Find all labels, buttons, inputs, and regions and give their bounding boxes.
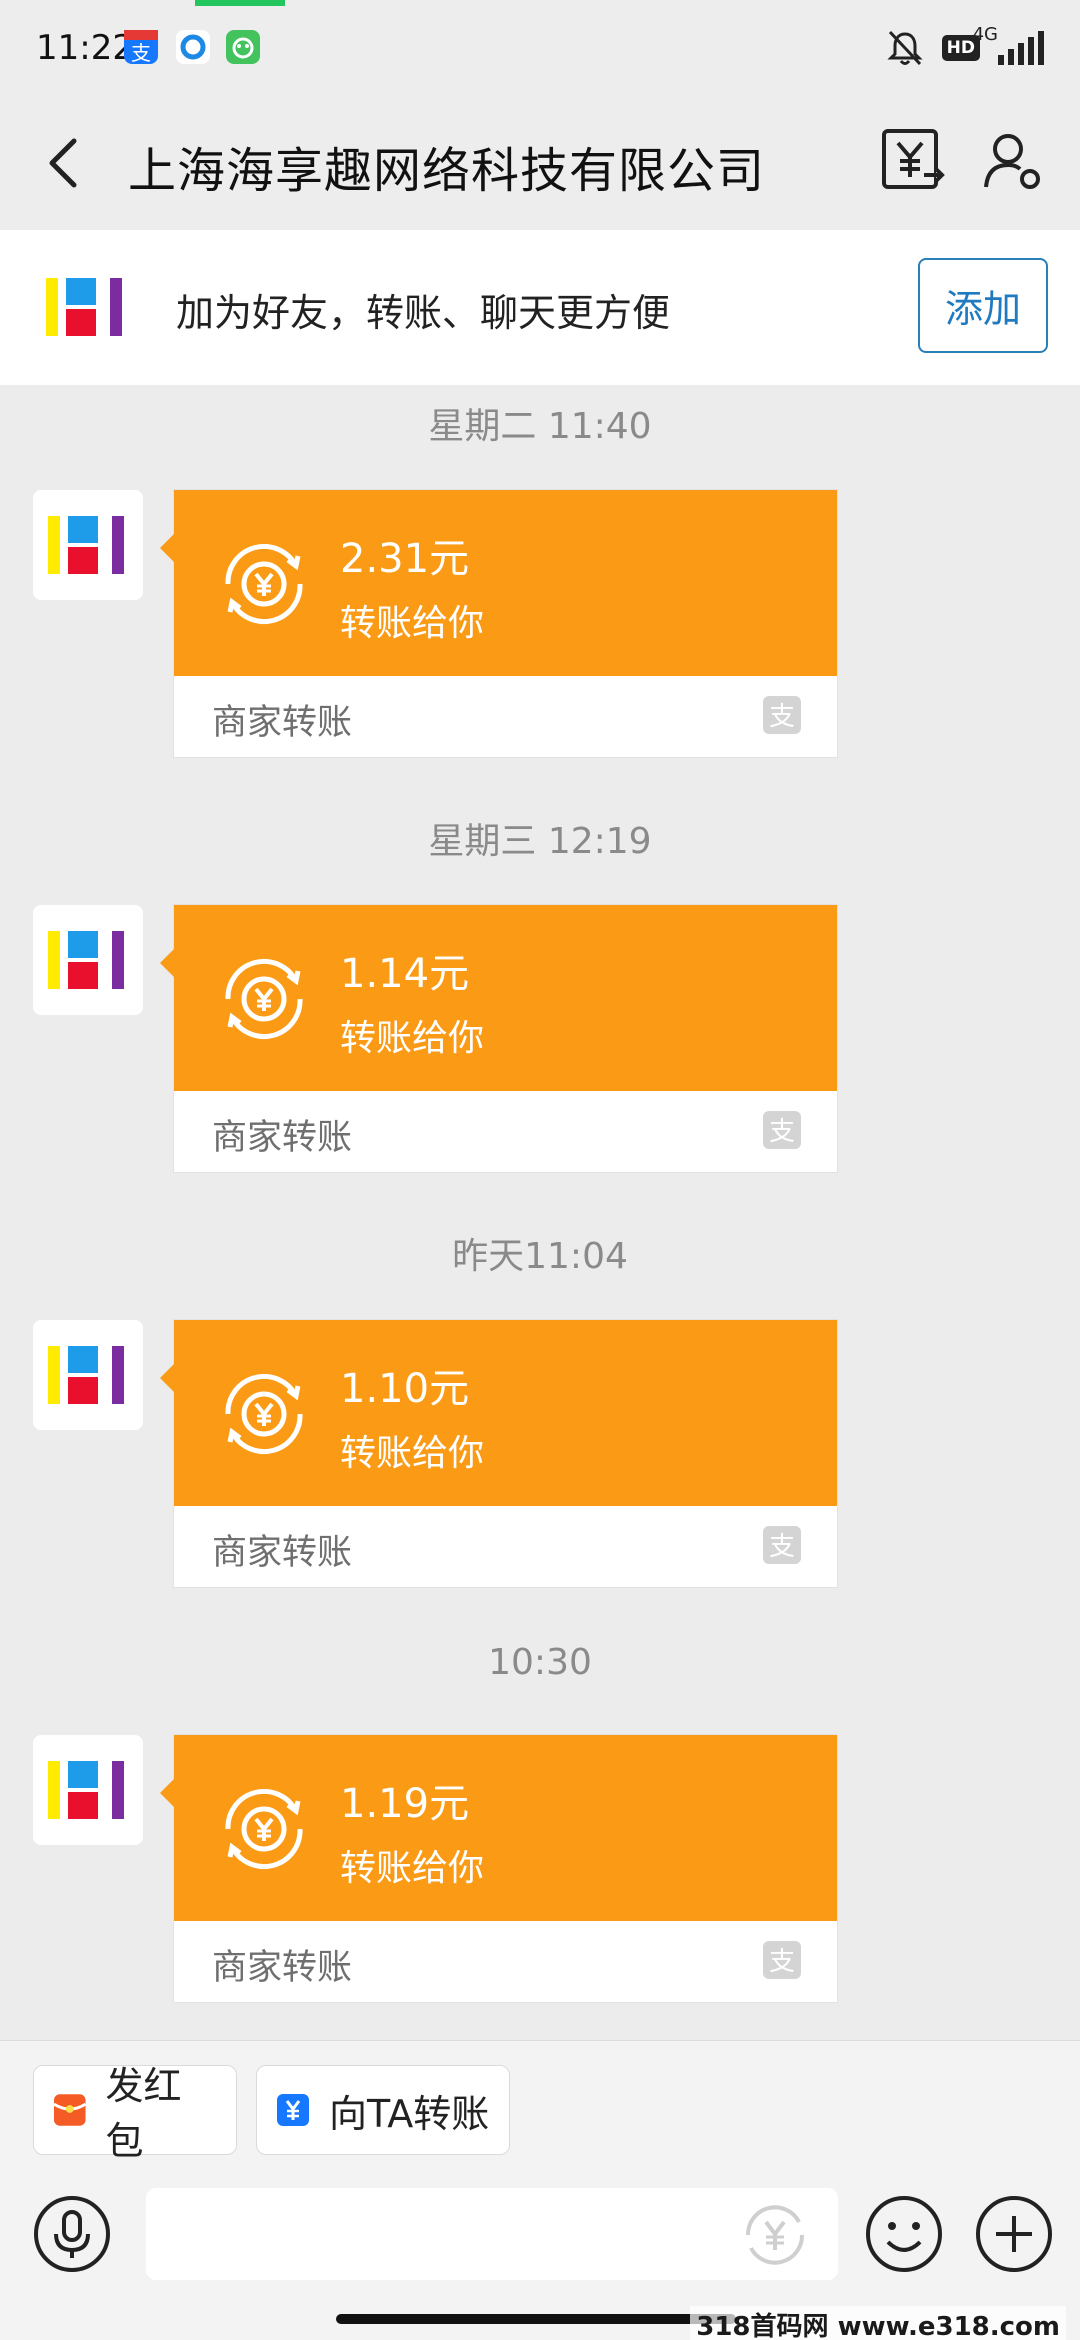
message-time: 星期三 12:19: [428, 821, 652, 862]
alipay-icon: 支: [763, 1526, 801, 1564]
transfer-to-label: 向TA转账: [329, 2091, 490, 2136]
voice-button[interactable]: [32, 2194, 112, 2274]
chat-area[interactable]: 星期二 11:40 2.31元 转账给你 商家转账 支 星期三 12:19 1.…: [0, 385, 1080, 2040]
transfer-to-button[interactable]: 向TA转账: [256, 2065, 510, 2155]
title-bar: 上海海享趣网络科技有限公司: [0, 95, 1080, 230]
red-packet-button[interactable]: 发红包: [33, 2064, 237, 2163]
transfer-label: 转账给你: [340, 1433, 485, 1474]
avatar[interactable]: [33, 490, 143, 600]
company-logo: [48, 516, 124, 574]
company-logo: [46, 272, 126, 342]
message-time: 昨天11:04: [452, 1236, 628, 1277]
banner-text: 加为好友，转账、聊天更方便: [176, 291, 671, 335]
transfer-card[interactable]: 2.31元 转账给你 商家转账 支: [160, 490, 837, 757]
company-logo: [48, 1761, 124, 1819]
alipay-icon: 支: [763, 696, 801, 734]
message-time: 星期二 11:40: [428, 406, 652, 447]
yuan-transfer-icon: [225, 1373, 303, 1455]
user-settings-icon: [984, 134, 1040, 189]
profile-button[interactable]: [980, 125, 1046, 195]
more-button[interactable]: [974, 2194, 1054, 2274]
alipay-icon: 支: [763, 1111, 801, 1149]
company-logo: [48, 931, 124, 989]
browser-notification-icon: [176, 30, 210, 64]
status-time: 11:22: [36, 28, 134, 68]
transfer-card[interactable]: 1.19元 转账给你 商家转账 支: [160, 1735, 837, 2002]
svg-text:支: 支: [769, 1947, 795, 1977]
emoji-icon: [866, 2196, 942, 2272]
chevron-left-icon: [49, 138, 77, 188]
app-notification-icon: [226, 30, 260, 64]
message-block: 星期三 12:19 1.14元 转账给你 商家转账 支: [0, 800, 1080, 1215]
merchant-label: 商家转账: [212, 1948, 353, 1988]
transfer-amount: 2.31元: [340, 536, 470, 582]
transfer-card-header: 1.19元 转账给你: [160, 1735, 837, 1921]
status-progress: [195, 0, 285, 6]
transfer-amount: 1.14元: [340, 951, 470, 997]
transfer-yuan-icon: [277, 2094, 309, 2126]
avatar[interactable]: [33, 1735, 143, 1845]
transfer-card-footer: 商家转账 支: [174, 676, 837, 757]
message-block: 昨天11:04 1.10元 转账给你 商家转账 支: [0, 1215, 1080, 1630]
home-indicator: [336, 2314, 736, 2324]
transfer-card[interactable]: 1.14元 转账给你 商家转账 支: [160, 905, 837, 1172]
microphone-icon: [34, 2196, 110, 2272]
transfer-card[interactable]: 1.10元 转账给你 商家转账 支: [160, 1320, 837, 1587]
message-input[interactable]: [146, 2188, 838, 2280]
transfer-card-header: 1.14元 转账给你: [160, 905, 837, 1091]
transfer-amount: 1.10元: [340, 1366, 470, 1412]
add-friend-button[interactable]: 添加: [918, 258, 1048, 353]
merchant-label: 商家转账: [212, 1118, 353, 1158]
yuan-bill-icon: [882, 129, 945, 189]
mute-bell-icon: [887, 30, 923, 66]
transfer-shortcut-icon[interactable]: [740, 2200, 810, 2270]
avatar[interactable]: [33, 905, 143, 1015]
plus-icon: [976, 2196, 1052, 2272]
signal-icon: [998, 31, 1044, 65]
message-block: 10:30 1.19元 转账给你 商家转账 支: [0, 1630, 1080, 2045]
red-packet-label: 发红包: [105, 2064, 182, 2163]
add-friend-banner: 加为好友，转账、聊天更方便 添加: [0, 230, 1080, 385]
avatar[interactable]: [33, 1320, 143, 1430]
alipay-notification-icon: 支: [124, 30, 158, 65]
network-type: 4G: [972, 24, 998, 45]
merchant-label: 商家转账: [212, 703, 353, 743]
emoji-button[interactable]: [864, 2194, 944, 2274]
transfer-card-footer: 商家转账 支: [174, 1921, 837, 2002]
company-logo: [48, 1346, 124, 1404]
transfer-label: 转账给你: [340, 1848, 485, 1889]
message-time: 10:30: [488, 1642, 592, 1683]
yuan-transfer-icon: [225, 958, 303, 1040]
watermark: 318首码网 www.e318.com: [690, 2306, 1066, 2340]
bill-button[interactable]: [880, 125, 946, 195]
quick-action-bar: 发红包 向TA转账: [0, 2040, 1080, 2180]
merchant-label: 商家转账: [212, 1533, 353, 1573]
transfer-amount: 1.19元: [340, 1781, 470, 1827]
back-button[interactable]: [40, 133, 90, 193]
transfer-card-footer: 商家转账 支: [174, 1091, 837, 1172]
transfer-card-footer: 商家转账 支: [174, 1506, 837, 1587]
transfer-label: 转账给你: [340, 1018, 485, 1059]
transfer-card-header: 2.31元 转账给你: [160, 490, 837, 676]
svg-text:支: 支: [769, 1532, 795, 1562]
yuan-transfer-icon: [225, 543, 303, 625]
svg-text:支: 支: [769, 1117, 795, 1147]
svg-text:支: 支: [769, 702, 795, 732]
red-packet-icon: [53, 2094, 87, 2126]
status-right: HD: [886, 26, 1044, 70]
message-block: 星期二 11:40 2.31元 转账给你 商家转账 支: [0, 385, 1080, 800]
alipay-icon: 支: [763, 1941, 801, 1979]
transfer-label: 转账给你: [340, 603, 485, 644]
transfer-card-header: 1.10元 转账给你: [160, 1320, 837, 1506]
status-bar: 11:22 支 HD 4G: [0, 0, 1080, 95]
yuan-transfer-icon: [225, 1788, 303, 1870]
svg-text:支: 支: [131, 41, 151, 64]
page-title: 上海海享趣网络科技有限公司: [128, 143, 766, 199]
